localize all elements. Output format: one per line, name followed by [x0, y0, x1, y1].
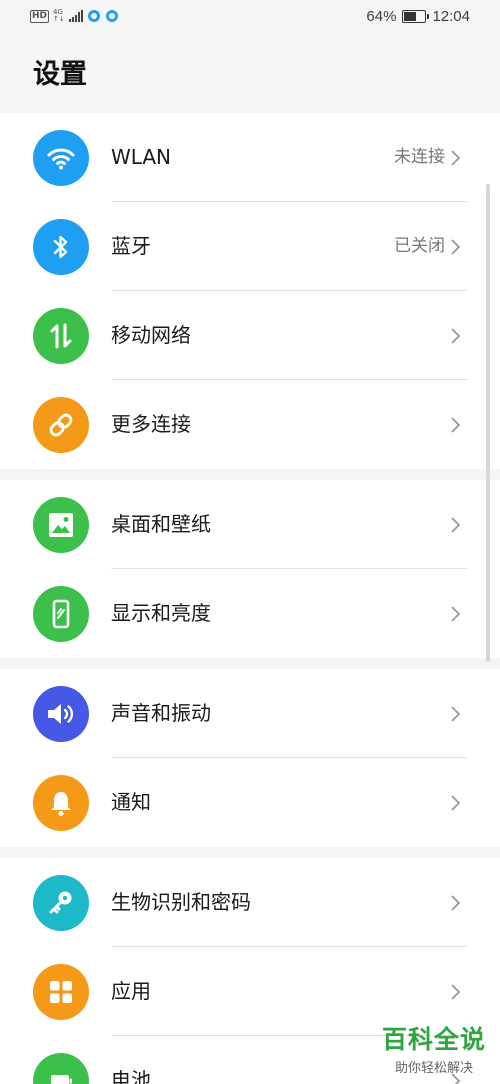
status-bar-right: 64% 12:04	[366, 8, 470, 25]
network-type-label: 4G ↑↓	[53, 9, 65, 23]
settings-item-label: 声音和振动	[111, 701, 211, 725]
key-icon	[33, 875, 89, 931]
status-bar-left: HD 4G ↑↓	[30, 9, 119, 23]
settings-item-label: 蓝牙	[111, 234, 151, 258]
settings-item-label: 生物识别和密码	[111, 890, 251, 914]
bell-icon	[33, 775, 89, 831]
watermark-slogan: 助你轻松解决	[394, 1061, 473, 1076]
chevron-right-icon	[451, 606, 461, 622]
chevron-right-icon	[451, 517, 461, 533]
wlan-status: 未连接	[394, 147, 445, 167]
signal-strength-icon	[68, 10, 83, 22]
settings-item-apps[interactable]: 应用	[0, 947, 500, 1036]
settings-item-label: 移动网络	[111, 323, 191, 347]
settings-item-mobile-network[interactable]: 移动网络	[0, 291, 500, 380]
settings-item-label: 应用	[111, 979, 151, 1003]
image-icon	[33, 497, 89, 553]
chevron-right-icon	[451, 984, 461, 1000]
hd-voice-icon: HD	[30, 9, 50, 23]
battery-percent: 64%	[366, 8, 397, 25]
network-activity: ↑↓	[53, 15, 65, 23]
chevron-right-icon	[451, 706, 461, 722]
watermark-title: 百科全说	[381, 1025, 486, 1054]
settings-item-label: 桌面和壁纸	[111, 512, 211, 536]
settings-item-notifications[interactable]: 通知	[0, 758, 500, 847]
chevron-right-icon	[451, 795, 461, 811]
battery-fill	[404, 12, 416, 21]
watermark-logo: 百科全说 助你轻松解决	[382, 1025, 486, 1076]
mobile-data-icon	[33, 308, 89, 364]
link-icon	[33, 397, 89, 453]
app-notification-icon	[105, 10, 118, 22]
battery-icon	[33, 1053, 89, 1084]
chevron-right-icon	[451, 150, 461, 166]
settings-item-sound-vibration[interactable]: 声音和振动	[0, 669, 500, 758]
scrollbar[interactable]	[486, 184, 490, 662]
chevron-right-icon	[451, 895, 461, 911]
chevron-right-icon	[451, 417, 461, 433]
bluetooth-icon	[33, 219, 89, 275]
battery-status-icon	[402, 10, 430, 23]
settings-item-label: 更多连接	[111, 412, 191, 436]
settings-group-sound: 声音和振动 通知	[0, 669, 500, 847]
settings-item-label: WLAN	[111, 145, 172, 169]
settings-item-display-brightness[interactable]: 显示和亮度	[0, 569, 500, 658]
display-icon	[33, 586, 89, 642]
settings-item-more-connections[interactable]: 更多连接	[0, 380, 500, 469]
settings-item-label: 显示和亮度	[111, 601, 211, 625]
settings-item-home-screen-wallpaper[interactable]: 桌面和壁纸	[0, 480, 500, 569]
chevron-right-icon	[451, 239, 461, 255]
wifi-icon	[33, 130, 89, 186]
settings-item-label: 电池	[111, 1068, 151, 1084]
clock: 12:04	[432, 8, 470, 25]
settings-item-bluetooth[interactable]: 蓝牙 已关闭	[0, 202, 500, 291]
bluetooth-status: 已关闭	[394, 236, 445, 256]
settings-item-wlan[interactable]: WLAN 未连接	[0, 113, 500, 202]
settings-item-label: 通知	[111, 790, 151, 814]
status-bar: HD 4G ↑↓ 64% 12:04	[0, 0, 500, 36]
app-notification-icon	[87, 10, 100, 22]
settings-group-connectivity: WLAN 未连接 蓝牙 已关闭 移动网络 更多连接	[0, 113, 500, 469]
settings-item-biometrics-password[interactable]: 生物识别和密码	[0, 858, 500, 947]
speaker-icon	[33, 686, 89, 742]
settings-group-display: 桌面和壁纸 显示和亮度	[0, 480, 500, 658]
chevron-right-icon	[451, 328, 461, 344]
page-title: 设置	[33, 59, 87, 90]
apps-grid-icon	[33, 964, 89, 1020]
